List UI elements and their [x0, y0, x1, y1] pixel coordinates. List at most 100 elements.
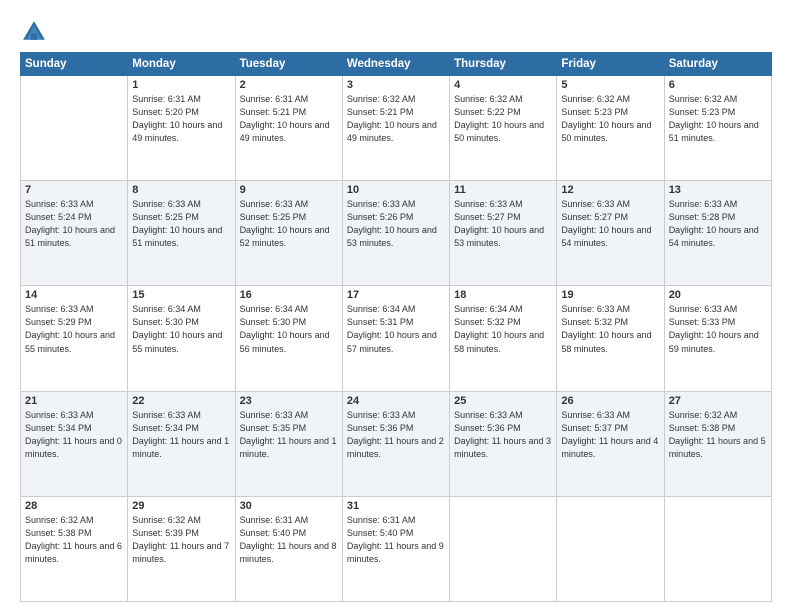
- calendar-cell: [664, 496, 771, 601]
- calendar-cell: 14 Sunrise: 6:33 AMSunset: 5:29 PMDayligh…: [21, 286, 128, 391]
- day-number: 4: [454, 79, 552, 91]
- cell-details: Sunrise: 6:32 AMSunset: 5:38 PMDaylight:…: [669, 409, 767, 461]
- cell-details: Sunrise: 6:33 AMSunset: 5:29 PMDaylight:…: [25, 303, 123, 355]
- cell-details: Sunrise: 6:33 AMSunset: 5:33 PMDaylight:…: [669, 303, 767, 355]
- day-header-thursday: Thursday: [450, 53, 557, 76]
- cell-details: Sunrise: 6:32 AMSunset: 5:22 PMDaylight:…: [454, 93, 552, 145]
- cell-details: Sunrise: 6:33 AMSunset: 5:27 PMDaylight:…: [561, 198, 659, 250]
- calendar-cell: 1 Sunrise: 6:31 AMSunset: 5:20 PMDaylight…: [128, 76, 235, 181]
- calendar-cell: 29 Sunrise: 6:32 AMSunset: 5:39 PMDayligh…: [128, 496, 235, 601]
- cell-details: Sunrise: 6:33 AMSunset: 5:24 PMDaylight:…: [25, 198, 123, 250]
- cell-details: Sunrise: 6:31 AMSunset: 5:20 PMDaylight:…: [132, 93, 230, 145]
- calendar-cell: 13 Sunrise: 6:33 AMSunset: 5:28 PMDayligh…: [664, 181, 771, 286]
- cell-details: Sunrise: 6:33 AMSunset: 5:36 PMDaylight:…: [347, 409, 445, 461]
- day-number: 13: [669, 184, 767, 196]
- calendar-cell: 22 Sunrise: 6:33 AMSunset: 5:34 PMDayligh…: [128, 391, 235, 496]
- day-header-tuesday: Tuesday: [235, 53, 342, 76]
- cell-details: Sunrise: 6:33 AMSunset: 5:35 PMDaylight:…: [240, 409, 338, 461]
- day-header-monday: Monday: [128, 53, 235, 76]
- day-number: 15: [132, 289, 230, 301]
- cell-details: Sunrise: 6:31 AMSunset: 5:21 PMDaylight:…: [240, 93, 338, 145]
- calendar-cell: 10 Sunrise: 6:33 AMSunset: 5:26 PMDayligh…: [342, 181, 449, 286]
- day-header-sunday: Sunday: [21, 53, 128, 76]
- day-number: 19: [561, 289, 659, 301]
- day-number: 29: [132, 500, 230, 512]
- cell-details: Sunrise: 6:33 AMSunset: 5:27 PMDaylight:…: [454, 198, 552, 250]
- day-number: 28: [25, 500, 123, 512]
- day-number: 20: [669, 289, 767, 301]
- week-row-4: 21 Sunrise: 6:33 AMSunset: 5:34 PMDayligh…: [21, 391, 772, 496]
- day-header-wednesday: Wednesday: [342, 53, 449, 76]
- calendar-cell: 30 Sunrise: 6:31 AMSunset: 5:40 PMDayligh…: [235, 496, 342, 601]
- week-row-2: 7 Sunrise: 6:33 AMSunset: 5:24 PMDaylight…: [21, 181, 772, 286]
- day-number: 27: [669, 395, 767, 407]
- day-number: 23: [240, 395, 338, 407]
- cell-details: Sunrise: 6:33 AMSunset: 5:34 PMDaylight:…: [25, 409, 123, 461]
- day-header-saturday: Saturday: [664, 53, 771, 76]
- cell-details: Sunrise: 6:32 AMSunset: 5:21 PMDaylight:…: [347, 93, 445, 145]
- cell-details: Sunrise: 6:34 AMSunset: 5:30 PMDaylight:…: [132, 303, 230, 355]
- calendar-cell: 11Sunrise: 6:33 AMSunset: 5:27 PMDayligh…: [450, 181, 557, 286]
- day-number: 10: [347, 184, 445, 196]
- cell-details: Sunrise: 6:33 AMSunset: 5:34 PMDaylight:…: [132, 409, 230, 461]
- calendar-cell: 26Sunrise: 6:33 AMSunset: 5:37 PMDayligh…: [557, 391, 664, 496]
- cell-details: Sunrise: 6:33 AMSunset: 5:25 PMDaylight:…: [132, 198, 230, 250]
- day-number: 16: [240, 289, 338, 301]
- day-number: 12: [561, 184, 659, 196]
- day-number: 17: [347, 289, 445, 301]
- page: SundayMondayTuesdayWednesdayThursdayFrid…: [0, 0, 792, 612]
- calendar-cell: 9 Sunrise: 6:33 AMSunset: 5:25 PMDaylight…: [235, 181, 342, 286]
- cell-details: Sunrise: 6:32 AMSunset: 5:38 PMDaylight:…: [25, 514, 123, 566]
- day-number: 24: [347, 395, 445, 407]
- day-header-friday: Friday: [557, 53, 664, 76]
- calendar-cell: 3 Sunrise: 6:32 AMSunset: 5:21 PMDaylight…: [342, 76, 449, 181]
- cell-details: Sunrise: 6:32 AMSunset: 5:23 PMDaylight:…: [669, 93, 767, 145]
- cell-details: Sunrise: 6:33 AMSunset: 5:28 PMDaylight:…: [669, 198, 767, 250]
- week-row-5: 28 Sunrise: 6:32 AMSunset: 5:38 PMDayligh…: [21, 496, 772, 601]
- calendar-cell: 8 Sunrise: 6:33 AMSunset: 5:25 PMDaylight…: [128, 181, 235, 286]
- calendar-cell: 21 Sunrise: 6:33 AMSunset: 5:34 PMDayligh…: [21, 391, 128, 496]
- calendar-cell: [21, 76, 128, 181]
- day-number: 18: [454, 289, 552, 301]
- calendar-cell: 25 Sunrise: 6:33 AMSunset: 5:36 PMDayligh…: [450, 391, 557, 496]
- cell-details: Sunrise: 6:33 AMSunset: 5:36 PMDaylight:…: [454, 409, 552, 461]
- cell-details: Sunrise: 6:32 AMSunset: 5:39 PMDaylight:…: [132, 514, 230, 566]
- cell-details: Sunrise: 6:33 AMSunset: 5:25 PMDaylight:…: [240, 198, 338, 250]
- day-number: 6: [669, 79, 767, 91]
- calendar-cell: 16 Sunrise: 6:34 AMSunset: 5:30 PMDayligh…: [235, 286, 342, 391]
- day-number: 7: [25, 184, 123, 196]
- calendar-cell: 23 Sunrise: 6:33 AMSunset: 5:35 PMDayligh…: [235, 391, 342, 496]
- cell-details: Sunrise: 6:34 AMSunset: 5:32 PMDaylight:…: [454, 303, 552, 355]
- calendar-cell: 20 Sunrise: 6:33 AMSunset: 5:33 PMDayligh…: [664, 286, 771, 391]
- calendar-table: SundayMondayTuesdayWednesdayThursdayFrid…: [20, 52, 772, 602]
- calendar-cell: [450, 496, 557, 601]
- day-number: 30: [240, 500, 338, 512]
- day-number: 22: [132, 395, 230, 407]
- calendar-cell: 24 Sunrise: 6:33 AMSunset: 5:36 PMDayligh…: [342, 391, 449, 496]
- calendar-cell: 12 Sunrise: 6:33 AMSunset: 5:27 PMDayligh…: [557, 181, 664, 286]
- day-number: 1: [132, 79, 230, 91]
- cell-details: Sunrise: 6:34 AMSunset: 5:30 PMDaylight:…: [240, 303, 338, 355]
- day-number: 9: [240, 184, 338, 196]
- day-number: 21: [25, 395, 123, 407]
- calendar-cell: 2 Sunrise: 6:31 AMSunset: 5:21 PMDaylight…: [235, 76, 342, 181]
- day-number: 8: [132, 184, 230, 196]
- day-number: 25: [454, 395, 552, 407]
- cell-details: Sunrise: 6:33 AMSunset: 5:32 PMDaylight:…: [561, 303, 659, 355]
- day-number: 14: [25, 289, 123, 301]
- calendar-cell: 6 Sunrise: 6:32 AMSunset: 5:23 PMDaylight…: [664, 76, 771, 181]
- calendar-cell: 19 Sunrise: 6:33 AMSunset: 5:32 PMDayligh…: [557, 286, 664, 391]
- calendar-cell: 27 Sunrise: 6:32 AMSunset: 5:38 PMDayligh…: [664, 391, 771, 496]
- day-number: 3: [347, 79, 445, 91]
- cell-details: Sunrise: 6:33 AMSunset: 5:37 PMDaylight:…: [561, 409, 659, 461]
- logo: [20, 18, 52, 46]
- cell-details: Sunrise: 6:31 AMSunset: 5:40 PMDaylight:…: [240, 514, 338, 566]
- calendar-cell: 4 Sunrise: 6:32 AMSunset: 5:22 PMDaylight…: [450, 76, 557, 181]
- cell-details: Sunrise: 6:34 AMSunset: 5:31 PMDaylight:…: [347, 303, 445, 355]
- day-number: 2: [240, 79, 338, 91]
- cell-details: Sunrise: 6:33 AMSunset: 5:26 PMDaylight:…: [347, 198, 445, 250]
- header: [20, 18, 772, 46]
- calendar-cell: 7 Sunrise: 6:33 AMSunset: 5:24 PMDaylight…: [21, 181, 128, 286]
- logo-icon: [20, 18, 48, 46]
- cell-details: Sunrise: 6:32 AMSunset: 5:23 PMDaylight:…: [561, 93, 659, 145]
